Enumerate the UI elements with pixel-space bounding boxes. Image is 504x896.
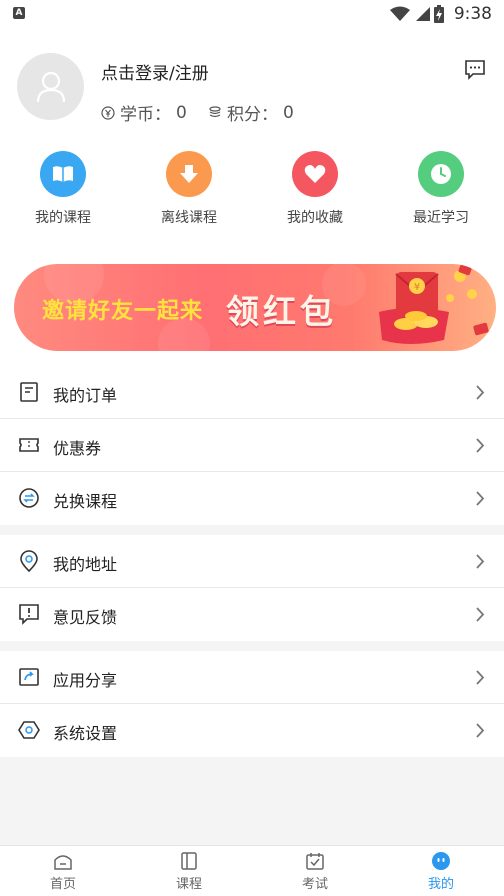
share-icon xyxy=(19,668,39,686)
signal-icon xyxy=(415,7,430,21)
quick-link-label: 离线课程 xyxy=(161,210,217,226)
menu-item-share[interactable]: 应用分享 xyxy=(0,651,504,704)
chevron-right-icon xyxy=(476,385,485,400)
tab-home[interactable]: 首页 xyxy=(0,846,126,896)
points-stack-icon xyxy=(209,105,221,117)
message-icon[interactable] xyxy=(464,58,486,80)
points-label: 积分： xyxy=(227,105,278,125)
coin-value: 0 xyxy=(176,102,187,123)
wifi-icon xyxy=(389,6,410,21)
menu-label-settings: 系统设置 xyxy=(53,724,118,743)
menu-label-address: 我的地址 xyxy=(53,555,118,574)
svg-text:¥: ¥ xyxy=(414,282,420,293)
chevron-right-icon xyxy=(476,723,485,738)
download-icon xyxy=(166,151,212,197)
exchange-icon xyxy=(19,488,39,508)
tab-label: 课程 xyxy=(175,877,202,892)
menu-label-orders: 我的订单 xyxy=(53,386,118,405)
coin-label: 学币： xyxy=(120,105,171,125)
tab-courses[interactable]: 课程 xyxy=(126,846,252,896)
clock-time: 9:38 xyxy=(453,4,492,24)
banner-text-invite: 邀请好友一起来 xyxy=(42,299,204,324)
coupon-ticket-icon xyxy=(19,438,39,452)
coin-icon xyxy=(101,105,115,120)
notification-app-icon: A xyxy=(13,7,25,19)
exam-icon xyxy=(306,853,324,870)
settings-hexagon-icon xyxy=(18,721,40,739)
menu-item-feedback[interactable]: 意见反馈 xyxy=(0,588,504,641)
menu-label-share: 应用分享 xyxy=(53,671,118,690)
quick-link-label: 最近学习 xyxy=(413,210,469,226)
clock-icon xyxy=(418,151,464,197)
coin-stat[interactable]: 学币： 0 xyxy=(101,100,187,125)
book-icon xyxy=(40,151,86,197)
chevron-right-icon xyxy=(476,607,485,622)
menu-item-orders[interactable]: 我的订单 xyxy=(0,366,504,419)
order-list-icon xyxy=(20,382,38,402)
menu-group-address: 我的地址 意见反馈 xyxy=(0,535,504,641)
menu-label-coupons: 优惠券 xyxy=(53,439,102,458)
status-icons: 9:38 xyxy=(389,4,492,24)
points-value: 0 xyxy=(283,102,294,123)
login-register-link[interactable]: 点击登录/注册 xyxy=(101,59,209,84)
menu-group-settings: 应用分享 系统设置 xyxy=(0,651,504,757)
tab-me[interactable]: 我的 xyxy=(378,846,504,896)
avatar[interactable] xyxy=(17,53,84,120)
battery-icon xyxy=(433,5,444,23)
profile-header: 点击登录/注册 学币： 0 积分： 0 我的课程 离线课程 我的收藏 最近学习 xyxy=(0,28,504,250)
tab-exam[interactable]: 考试 xyxy=(252,846,378,896)
chevron-right-icon xyxy=(476,438,485,453)
quick-link-label: 我的收藏 xyxy=(287,210,343,226)
banner-section: 邀请好友一起来 领红包 ¥ xyxy=(0,250,504,366)
invite-banner[interactable]: 邀请好友一起来 领红包 ¥ xyxy=(14,264,496,351)
heart-icon xyxy=(292,151,338,197)
location-pin-icon xyxy=(20,550,38,572)
home-icon xyxy=(54,855,72,870)
menu-group-orders: 我的订单 优惠券 兑换课程 xyxy=(0,366,504,525)
tab-label: 首页 xyxy=(49,877,76,892)
menu-item-address[interactable]: 我的地址 xyxy=(0,535,504,588)
tab-label: 考试 xyxy=(301,877,328,892)
red-envelope-coins-icon: ¥ xyxy=(379,264,489,344)
quick-link-label: 我的课程 xyxy=(35,210,91,226)
menu-item-settings[interactable]: 系统设置 xyxy=(0,704,504,757)
status-bar: A 9:38 xyxy=(0,0,504,28)
menu-item-coupons[interactable]: 优惠券 xyxy=(0,419,504,472)
menu-label-redeem: 兑换课程 xyxy=(53,492,118,511)
quick-link-offline-courses[interactable]: 离线课程 xyxy=(141,151,237,227)
chevron-right-icon xyxy=(476,554,485,569)
tab-label: 我的 xyxy=(427,877,454,892)
user-icon xyxy=(36,71,65,102)
points-stat[interactable]: 积分： 0 xyxy=(208,100,294,125)
quick-link-recent[interactable]: 最近学习 xyxy=(393,151,489,227)
bottom-tab-bar: 首页 课程 考试 我的 xyxy=(0,845,504,896)
menu-item-redeem[interactable]: 兑换课程 xyxy=(0,472,504,525)
banner-text-red-envelope: 领红包 xyxy=(226,292,337,331)
chevron-right-icon xyxy=(476,670,485,685)
me-icon xyxy=(432,852,450,870)
menu-label-feedback: 意见反馈 xyxy=(53,608,118,627)
chevron-right-icon xyxy=(476,491,485,506)
course-icon xyxy=(181,852,197,870)
quick-link-favorites[interactable]: 我的收藏 xyxy=(267,151,363,227)
feedback-icon xyxy=(19,604,39,625)
quick-link-my-courses[interactable]: 我的课程 xyxy=(15,151,111,227)
